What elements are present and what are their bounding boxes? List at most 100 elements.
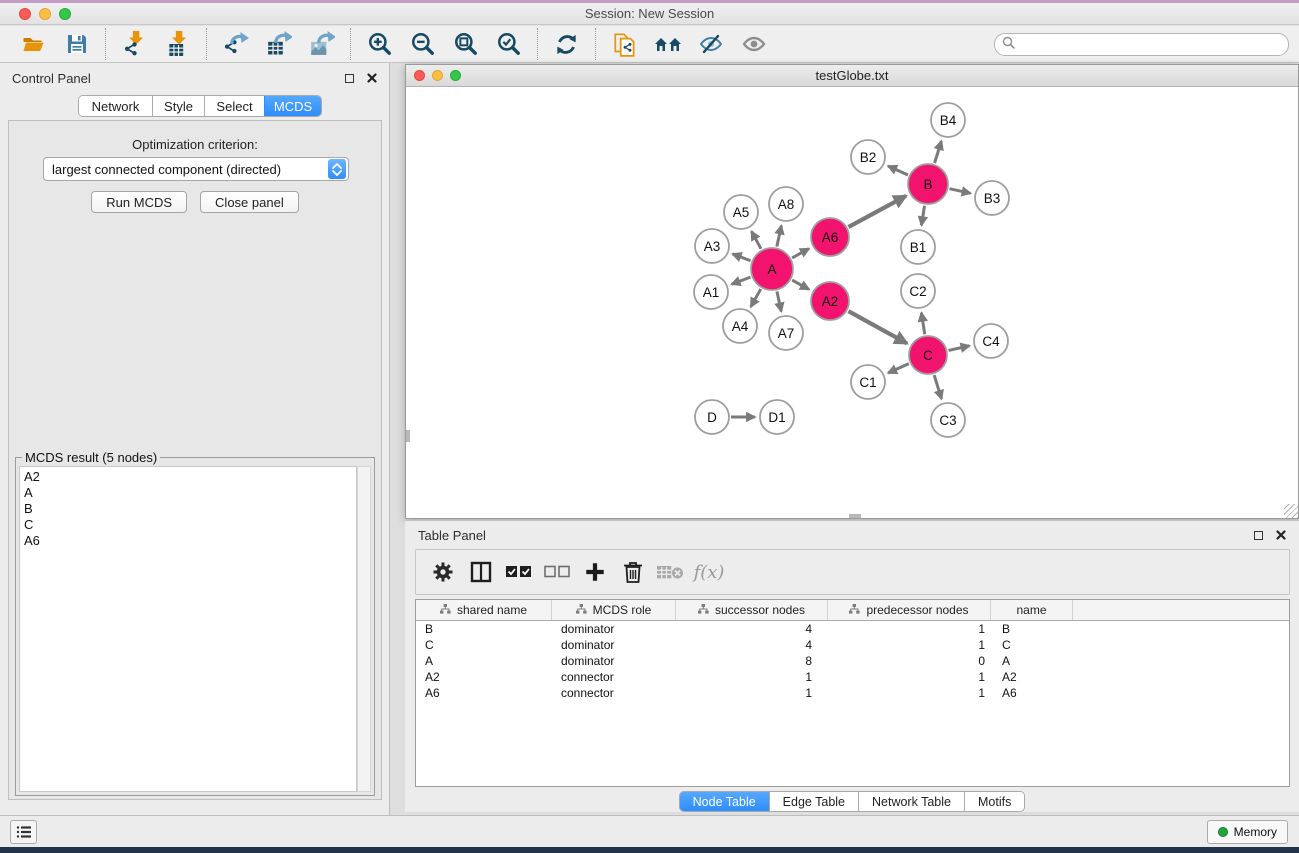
cell-successor-nodes[interactable]: 8 (676, 654, 828, 668)
network-document-icon[interactable] (603, 27, 646, 61)
cell-predecessor-nodes[interactable]: 1 (828, 686, 991, 700)
close-panel-button[interactable]: Close panel (200, 191, 299, 213)
edge-B-B3[interactable] (949, 189, 970, 194)
edge-A-A4[interactable] (751, 289, 761, 307)
close-panel-icon[interactable] (367, 73, 377, 83)
column-header-name[interactable]: name (991, 600, 1073, 620)
column-header-successor-nodes[interactable]: successor nodes (676, 600, 828, 620)
cell-name[interactable]: B (991, 622, 1073, 636)
table-row-A6[interactable]: A6connector11A6 (416, 685, 1289, 701)
horizontal-scroll-indicator[interactable] (849, 514, 861, 518)
mcds-result-item[interactable]: A6 (24, 533, 352, 549)
zoom-out-icon[interactable] (401, 27, 444, 61)
deselect-all-icon[interactable] (538, 554, 576, 590)
cell-predecessor-nodes[interactable]: 1 (828, 622, 991, 636)
float-panel-icon[interactable] (345, 74, 354, 83)
cell-shared-name[interactable]: C (416, 638, 552, 652)
gear-icon[interactable] (424, 554, 462, 590)
cell-name[interactable]: A (991, 654, 1073, 668)
cell-name[interactable]: C (991, 638, 1073, 652)
mcds-result-item[interactable]: A (24, 485, 352, 501)
cell-name[interactable]: A2 (991, 670, 1073, 684)
cell-shared-name[interactable]: A (416, 654, 552, 668)
table-close-panel-icon[interactable] (1276, 530, 1286, 540)
cell-predecessor-nodes[interactable]: 1 (828, 638, 991, 652)
save-session-icon[interactable] (55, 27, 98, 61)
column-header-predecessor-nodes[interactable]: predecessor nodes (828, 600, 991, 620)
table-row-A[interactable]: Adominator80A (416, 653, 1289, 669)
memory-button[interactable]: Memory (1207, 820, 1288, 844)
cell-MCDS-role[interactable]: connector (552, 670, 676, 684)
cell-predecessor-nodes[interactable]: 0 (828, 654, 991, 668)
cell-shared-name[interactable]: A6 (416, 686, 552, 700)
table-row-A2[interactable]: A2connector11A2 (416, 669, 1289, 685)
run-mcds-button[interactable]: Run MCDS (91, 191, 187, 213)
zoom-fit-icon[interactable] (444, 27, 487, 61)
edge-C-C3[interactable] (934, 375, 941, 399)
tab-style[interactable]: Style (152, 96, 204, 116)
show-graphics-icon[interactable] (732, 27, 775, 61)
tab-mcds[interactable]: MCDS (264, 96, 321, 116)
cell-predecessor-nodes[interactable]: 1 (828, 670, 991, 684)
edge-A6-B[interactable] (848, 196, 906, 227)
split-columns-icon[interactable] (462, 554, 500, 590)
task-history-button[interactable] (10, 820, 37, 844)
cell-MCDS-role[interactable]: connector (552, 686, 676, 700)
window-resize-grip[interactable] (1284, 504, 1298, 518)
delete-table-icon[interactable] (652, 554, 690, 590)
tab-select[interactable]: Select (204, 96, 264, 116)
edge-A-A8[interactable] (777, 226, 782, 247)
search-field[interactable] (994, 33, 1289, 56)
cell-successor-nodes[interactable]: 4 (676, 638, 828, 652)
export-network-icon[interactable] (214, 27, 257, 61)
criterion-dropdown[interactable]: largest connected component (directed) (43, 157, 349, 181)
cell-MCDS-role[interactable]: dominator (552, 622, 676, 636)
tab-network-table[interactable]: Network Table (858, 792, 964, 811)
edge-A-A7[interactable] (777, 291, 781, 311)
import-network-icon[interactable] (113, 27, 156, 61)
zoom-in-icon[interactable] (358, 27, 401, 61)
table-row-B[interactable]: Bdominator41B (416, 621, 1289, 637)
cell-successor-nodes[interactable]: 1 (676, 686, 828, 700)
open-session-icon[interactable] (12, 27, 55, 61)
trash-icon[interactable] (614, 554, 652, 590)
hide-graphics-icon[interactable] (689, 27, 732, 61)
cell-MCDS-role[interactable]: dominator (552, 638, 676, 652)
import-table-icon[interactable] (156, 27, 199, 61)
export-table-icon[interactable] (257, 27, 300, 61)
search-input[interactable] (1020, 36, 1270, 53)
edge-C-C2[interactable] (921, 313, 924, 335)
export-image-icon[interactable] (300, 27, 343, 61)
mcds-result-item[interactable]: B (24, 501, 352, 517)
add-icon[interactable] (576, 554, 614, 590)
mcds-result-item[interactable]: C (24, 517, 352, 533)
result-list-scrollbar[interactable] (357, 466, 371, 792)
edge-C-C4[interactable] (948, 346, 969, 351)
edge-B-B2[interactable] (888, 166, 908, 175)
edge-A2-C[interactable] (848, 311, 907, 343)
cell-MCDS-role[interactable]: dominator (552, 654, 676, 668)
cell-shared-name[interactable]: A2 (416, 670, 552, 684)
edge-C-C1[interactable] (888, 364, 909, 373)
cell-name[interactable]: A6 (991, 686, 1073, 700)
cell-shared-name[interactable]: B (416, 622, 552, 636)
table-float-panel-icon[interactable] (1254, 531, 1263, 540)
table-row-C[interactable]: Cdominator41C (416, 637, 1289, 653)
zoom-selected-icon[interactable] (487, 27, 530, 61)
edge-A-A3[interactable] (733, 254, 751, 261)
edge-A-A6[interactable] (792, 249, 809, 258)
homes-icon[interactable] (646, 27, 689, 61)
tab-edge-table[interactable]: Edge Table (769, 792, 858, 811)
tab-motifs[interactable]: Motifs (964, 792, 1024, 811)
function-icon[interactable]: f(x) (690, 554, 728, 590)
column-header-MCDS-role[interactable]: MCDS role (552, 600, 676, 620)
tab-node-table[interactable]: Node Table (680, 792, 769, 811)
cell-successor-nodes[interactable]: 1 (676, 670, 828, 684)
network-canvas[interactable]: AA1A2A3A4A5A6A7A8BB1B2B3B4CC1C2C3C4DD1 (406, 87, 1298, 518)
tab-network[interactable]: Network (79, 96, 152, 116)
refresh-icon[interactable] (545, 27, 588, 61)
select-all-icon[interactable] (500, 554, 538, 590)
column-header-shared-name[interactable]: shared name (416, 600, 552, 620)
mcds-result-item[interactable]: A2 (24, 469, 352, 485)
edge-A-A5[interactable] (752, 231, 762, 248)
